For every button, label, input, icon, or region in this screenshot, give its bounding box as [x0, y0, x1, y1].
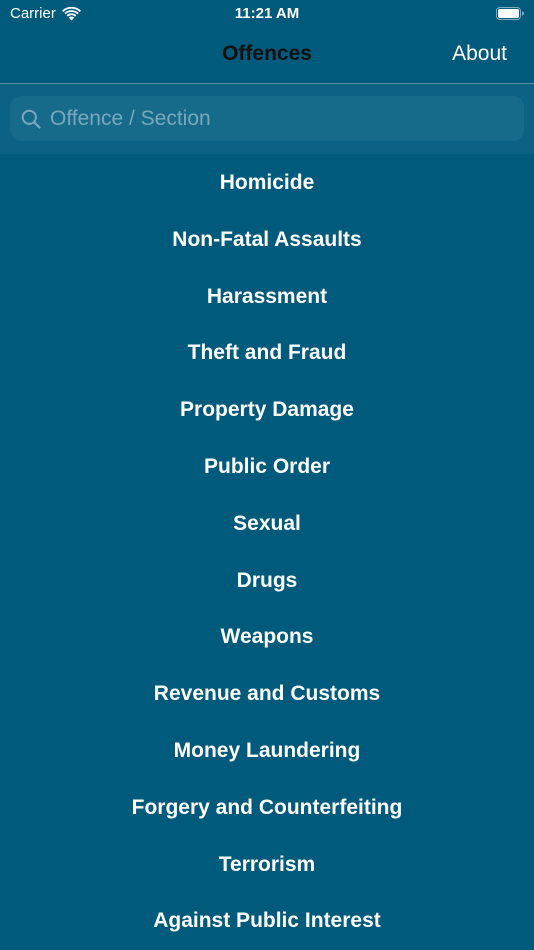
app-screen: Carrier 11:21 AM Offences About Offence … — [0, 0, 534, 950]
search-field[interactable] — [10, 96, 524, 141]
search-bar — [0, 84, 534, 154]
search-icon — [21, 109, 41, 129]
list-item-forgery-and-counterfeiting[interactable]: Forgery and Counterfeiting — [0, 780, 534, 837]
search-input[interactable] — [48, 105, 492, 132]
list-item-harassment[interactable]: Harassment — [0, 269, 534, 326]
list-item-terrorism[interactable]: Terrorism — [0, 837, 534, 894]
list-item-theft-and-fraud[interactable]: Theft and Fraud — [0, 325, 534, 382]
list-item-sexual[interactable]: Sexual — [0, 496, 534, 553]
status-bar: Carrier 11:21 AM — [0, 0, 534, 28]
list-item-drugs[interactable]: Drugs — [0, 553, 534, 610]
about-button[interactable]: About — [452, 42, 507, 66]
status-time: 11:21 AM — [234, 5, 300, 22]
offence-category-list: Homicide Non-Fatal Assaults Harassment T… — [0, 155, 534, 950]
list-item-property-damage[interactable]: Property Damage — [0, 382, 534, 439]
navigation-bar: Offences About — [0, 28, 534, 84]
list-item-homicide[interactable]: Homicide — [0, 155, 534, 212]
battery-icon — [496, 7, 524, 20]
list-item-non-fatal-assaults[interactable]: Non-Fatal Assaults — [0, 212, 534, 269]
list-item-weapons[interactable]: Weapons — [0, 609, 534, 666]
list-item-money-laundering[interactable]: Money Laundering — [0, 723, 534, 780]
list-item-against-public-interest[interactable]: Against Public Interest — [0, 893, 534, 950]
list-item-public-order[interactable]: Public Order — [0, 439, 534, 496]
list-item-revenue-and-customs[interactable]: Revenue and Customs — [0, 666, 534, 723]
